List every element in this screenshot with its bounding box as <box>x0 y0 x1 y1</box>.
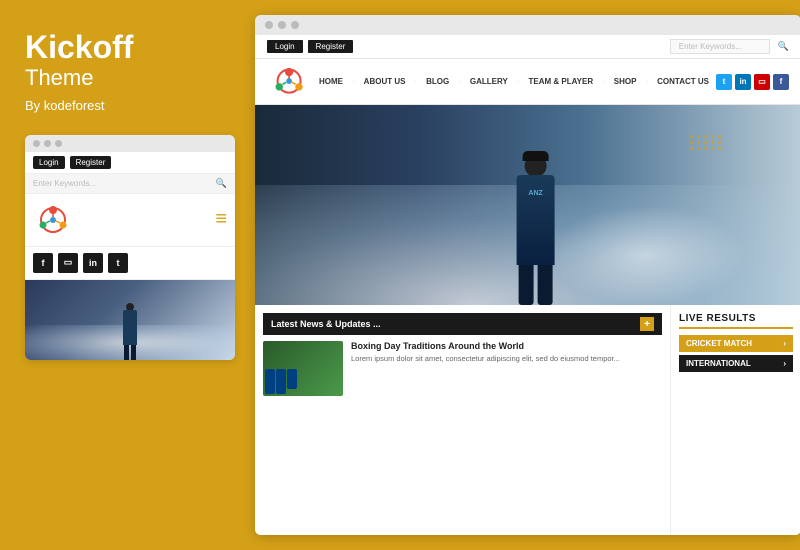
desk-live-results: LIVE RESULTS CRICKET MATCH › INTERNATION… <box>671 305 800 535</box>
mini-facebook-icon[interactable]: f <box>33 253 53 273</box>
mini-topbar: Login Register <box>25 152 235 174</box>
nav-shop[interactable]: SHOP <box>607 73 644 90</box>
left-panel: Kickoff Theme By kodeforest Login Regist… <box>0 0 250 550</box>
hero-player-leg-left <box>519 265 534 305</box>
mini-youtube-icon[interactable]: ▭ <box>58 253 78 273</box>
news-article-body: Lorem ipsum dolor sit amet, consectetur … <box>351 354 662 365</box>
brand-subtitle: Theme <box>25 65 230 91</box>
news-text-area: Boxing Day Traditions Around the World L… <box>351 341 662 396</box>
mini-login-btn[interactable]: Login <box>33 156 65 169</box>
desk-search-input[interactable]: Enter Keywords... <box>670 39 770 54</box>
nav-home[interactable]: HOME <box>312 73 350 90</box>
mini-hero-image <box>25 280 235 360</box>
desk-topbar-buttons: Login Register <box>267 40 353 53</box>
news-expand-btn[interactable]: + <box>640 317 654 331</box>
mini-logo-icon <box>33 200 73 240</box>
desk-login-btn[interactable]: Login <box>267 40 303 53</box>
desk-facebook-icon[interactable]: f <box>773 74 789 90</box>
desk-dot-3 <box>291 21 299 29</box>
nav-about[interactable]: ABOUT US <box>357 73 413 90</box>
news-thumbnail <box>263 341 343 396</box>
desk-navbar: HOME · ABOUT US · BLOG · GALLERY · TEAM … <box>255 59 800 105</box>
mini-browser-mockup: Login Register Enter Keywords... 🔍 ≡ f ▭ <box>25 135 235 360</box>
nav-sep-1: · <box>352 77 355 86</box>
mini-search-bar: Enter Keywords... 🔍 <box>25 174 235 194</box>
news-header-text: Latest News & Updates ... <box>271 319 381 329</box>
mini-search-placeholder: Enter Keywords... <box>33 179 96 188</box>
mini-social-bar: f ▭ in t <box>25 247 235 280</box>
desk-logo-icon <box>267 59 312 104</box>
hero-dots-pattern <box>690 135 721 150</box>
desk-bottom-section: Latest News & Updates ... + Boxing Day T… <box>255 305 800 535</box>
desk-dot-2 <box>278 21 286 29</box>
live-international-label: INTERNATIONAL <box>686 359 751 368</box>
live-results-title: LIVE RESULTS <box>679 313 793 329</box>
nav-sep-3: · <box>458 77 461 86</box>
hero-player-leg-right <box>538 265 553 305</box>
nav-team[interactable]: TEAM & PLAYER <box>522 73 601 90</box>
mini-dot-2 <box>44 140 51 147</box>
news-content: Boxing Day Traditions Around the World L… <box>263 341 662 396</box>
news-fig-3 <box>287 369 297 389</box>
brand-by: By kodeforest <box>25 98 230 113</box>
mini-browser-bar <box>25 135 235 152</box>
desktop-browser-mockup: Login Register Enter Keywords... 🔍 HO <box>255 15 800 535</box>
desktop-browser-bar <box>255 15 800 35</box>
nav-blog[interactable]: BLOG <box>419 73 456 90</box>
desk-youtube-icon[interactable]: ▭ <box>754 74 770 90</box>
desk-social-icons: t in ▭ f <box>716 74 789 90</box>
mini-search-icon[interactable]: 🔍 <box>216 178 227 189</box>
mini-dot-3 <box>55 140 62 147</box>
hero-player-body <box>517 175 555 265</box>
hero-player-legs <box>519 265 553 305</box>
desk-register-btn[interactable]: Register <box>308 40 354 53</box>
live-item-cricket[interactable]: CRICKET MATCH › <box>679 335 793 352</box>
news-header: Latest News & Updates ... + <box>263 313 662 335</box>
nav-sep-6: · <box>645 77 648 86</box>
live-cricket-arrow: › <box>783 339 786 348</box>
desk-news-section: Latest News & Updates ... + Boxing Day T… <box>255 305 671 535</box>
mini-dot-1 <box>33 140 40 147</box>
desk-hero-image <box>255 105 800 305</box>
desk-linkedin-icon[interactable]: in <box>735 74 751 90</box>
mini-register-btn[interactable]: Register <box>70 156 112 169</box>
nav-sep-5: · <box>602 77 605 86</box>
desk-dot-1 <box>265 21 273 29</box>
nav-sep-2: · <box>414 77 417 86</box>
live-item-international[interactable]: INTERNATIONAL › <box>679 355 793 372</box>
news-fig-1 <box>265 369 275 394</box>
desk-nav-links: HOME · ABOUT US · BLOG · GALLERY · TEAM … <box>312 73 716 90</box>
mini-twitter-icon[interactable]: t <box>108 253 128 273</box>
nav-contact[interactable]: CONTACT US <box>650 73 716 90</box>
desk-topbar: Login Register Enter Keywords... 🔍 <box>255 35 800 59</box>
nav-gallery[interactable]: GALLERY <box>463 73 515 90</box>
brand-title: Kickoff <box>25 30 230 65</box>
mini-hamburger-icon[interactable]: ≡ <box>215 208 227 231</box>
desk-twitter-icon[interactable]: t <box>716 74 732 90</box>
news-article-title: Boxing Day Traditions Around the World <box>351 341 662 351</box>
news-fig-2 <box>276 369 286 394</box>
mini-logo-area: ≡ <box>25 194 235 247</box>
right-panel: Login Register Enter Keywords... 🔍 HO <box>250 0 800 550</box>
desk-topbar-right: Enter Keywords... 🔍 <box>670 39 789 54</box>
hero-player-head <box>525 155 547 177</box>
nav-sep-4: · <box>517 77 520 86</box>
live-international-arrow: › <box>783 359 786 368</box>
desk-search-icon[interactable]: 🔍 <box>778 41 789 52</box>
news-img-players <box>263 367 299 396</box>
hero-player-figure <box>517 155 555 305</box>
live-cricket-label: CRICKET MATCH <box>686 339 752 348</box>
mini-linkedin-icon[interactable]: in <box>83 253 103 273</box>
hero-smoke-2 <box>546 205 746 305</box>
